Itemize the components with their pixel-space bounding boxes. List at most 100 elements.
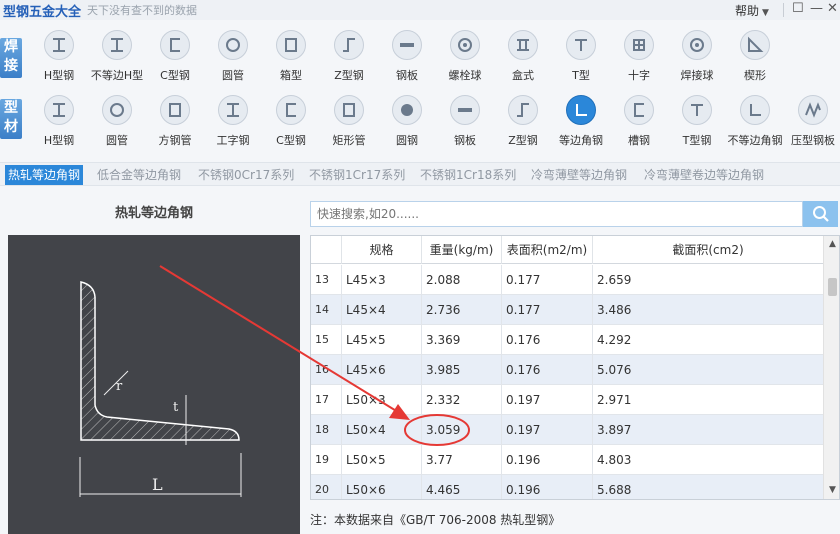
table-header: 规格 重量(kg/m) 表面积(m2/m) 截面积(cm2) <box>311 236 823 264</box>
cell-weight: 3.059 <box>421 415 501 445</box>
welded-row-label: 焊 接 <box>0 38 22 78</box>
category-welded-8[interactable]: 盒式 <box>494 22 552 82</box>
table-row[interactable]: 20 L50×6 4.465 0.196 5.688 <box>311 475 823 499</box>
table-row[interactable]: 14 L45×4 2.736 0.177 3.486 <box>311 295 823 325</box>
category-welded-7[interactable]: 螺栓球 <box>436 22 494 82</box>
search-icon <box>812 206 829 222</box>
bolt-ball-icon <box>450 30 480 60</box>
category-profile-4[interactable]: C型钢 <box>262 87 320 147</box>
category-profile-0[interactable]: H型钢 <box>30 87 88 147</box>
cell-section-area: 5.076 <box>592 355 823 385</box>
category-profile-2[interactable]: 方钢管 <box>146 87 204 147</box>
cell-spec: L45×6 <box>341 355 421 385</box>
table-row[interactable]: 18 L50×4 3.059 0.197 3.897 <box>311 415 823 445</box>
category-profile-6[interactable]: 圆钢 <box>378 87 436 147</box>
rect-tube-icon <box>334 95 364 125</box>
scrollbar-thumb[interactable] <box>828 278 837 296</box>
profile-label-bottom: 材 <box>4 119 18 135</box>
close-icon[interactable]: ✕ <box>827 1 838 16</box>
cell-section-area: 3.897 <box>592 415 823 445</box>
search-button[interactable] <box>803 201 838 227</box>
cell-index: 19 <box>315 453 329 466</box>
scroll-up-icon[interactable]: ▲ <box>824 236 839 253</box>
subtab-low-alloy-equal-angle[interactable]: 低合金等边角钢 <box>94 165 184 185</box>
header-surface-area[interactable]: 表面积(m2/m) <box>501 236 592 264</box>
cell-surface-area: 0.196 <box>501 445 592 475</box>
round-tube-icon <box>218 30 248 60</box>
t-section-icon <box>566 30 596 60</box>
category-profile-7[interactable]: 钢板 <box>436 87 494 147</box>
cell-index: 20 <box>315 483 329 496</box>
category-welded-5[interactable]: Z型钢 <box>320 22 378 82</box>
unequal-h-beam-icon <box>102 30 132 60</box>
help-menu[interactable]: 帮助 ▼ <box>735 2 769 19</box>
titlebar-divider <box>783 3 784 17</box>
angle-profile-shape <box>80 281 240 441</box>
cell-section-area: 2.971 <box>592 385 823 415</box>
category-welded-6[interactable]: 钢板 <box>378 22 436 82</box>
table-row[interactable]: 13 L45×3 2.088 0.177 2.659 <box>311 265 823 295</box>
steel-plate-icon <box>392 30 422 60</box>
category-profile-1[interactable]: 圆管 <box>88 87 146 147</box>
category-welded-2[interactable]: C型钢 <box>146 22 204 82</box>
cell-surface-area: 0.176 <box>501 325 592 355</box>
category-profile-12[interactable]: 不等边角钢 <box>726 87 784 147</box>
category-welded-10[interactable]: 十字 <box>610 22 668 82</box>
welded-label-bottom: 接 <box>4 58 18 74</box>
category-welded-11[interactable]: 焊接球 <box>668 22 726 82</box>
category-welded-0[interactable]: H型钢 <box>30 22 88 82</box>
category-profile-5[interactable]: 矩形管 <box>320 87 378 147</box>
cell-surface-area: 0.197 <box>501 415 592 445</box>
category-label: 楔形 <box>744 69 766 82</box>
header-spec[interactable]: 规格 <box>341 236 421 264</box>
round-tube-icon <box>102 95 132 125</box>
category-welded-4[interactable]: 箱型 <box>262 22 320 82</box>
data-source-note: 注：本数据来自《GB/T 706-2008 热轧型钢》 <box>310 513 561 527</box>
cell-section-area: 4.803 <box>592 445 823 475</box>
box-section-icon <box>276 30 306 60</box>
cell-index: 17 <box>315 393 329 406</box>
subtab-hot-rolled-equal-angle[interactable]: 热轧等边角钢 <box>5 165 84 185</box>
table-row[interactable]: 16 L45×6 3.985 0.176 5.076 <box>311 355 823 385</box>
pin-icon[interactable]: ☐ <box>792 1 804 16</box>
cell-surface-area: 0.197 <box>501 385 592 415</box>
table-row[interactable]: 15 L45×5 3.369 0.176 4.292 <box>311 325 823 355</box>
category-profile-10[interactable]: 槽钢 <box>610 87 668 147</box>
box-type-icon <box>508 30 538 60</box>
cross-section-icon <box>624 30 654 60</box>
cell-index: 16 <box>315 363 329 376</box>
subtab-cold-formed-equal-angle[interactable]: 冷弯薄壁等边角钢 <box>528 165 630 185</box>
steel-plate-icon <box>450 95 480 125</box>
category-welded-12[interactable]: 楔形 <box>726 22 784 82</box>
subtab-stainless-1cr17[interactable]: 不锈钢1Cr17系列 <box>306 165 408 185</box>
header-section-area[interactable]: 截面积(cm2) <box>592 236 823 264</box>
diagram-t-label: t <box>173 400 179 415</box>
angle-drawing: r t L <box>79 281 242 497</box>
category-profile-11[interactable]: T型钢 <box>668 87 726 147</box>
table-scrollbar[interactable]: ▲ ▼ <box>823 236 839 499</box>
subtab-stainless-1cr18[interactable]: 不锈钢1Cr18系列 <box>417 165 519 185</box>
minimize-icon[interactable]: — <box>810 1 823 16</box>
scroll-down-icon[interactable]: ▼ <box>824 482 839 499</box>
subtab-stainless-0cr17[interactable]: 不锈钢0Cr17系列 <box>195 165 297 185</box>
cell-spec: L50×4 <box>341 415 421 445</box>
subtab-cold-formed-lipped-angle[interactable]: 冷弯薄壁卷边等边角钢 <box>641 165 767 185</box>
cell-spec: L50×3 <box>341 385 421 415</box>
table-row[interactable]: 17 L50×3 2.332 0.197 2.971 <box>311 385 823 415</box>
header-index <box>311 236 341 264</box>
header-weight[interactable]: 重量(kg/m) <box>421 236 501 264</box>
cell-index: 15 <box>315 333 329 346</box>
category-profile-13[interactable]: 压型钢板 <box>784 87 840 147</box>
category-welded-9[interactable]: T型 <box>552 22 610 82</box>
category-welded-1[interactable]: 不等边H型 <box>88 22 146 82</box>
welded-label-top: 焊 <box>4 39 18 55</box>
category-profile-8[interactable]: Z型钢 <box>494 87 552 147</box>
cell-surface-area: 0.176 <box>501 355 592 385</box>
search-input[interactable] <box>310 201 803 227</box>
chevron-down-icon: ▼ <box>762 8 769 18</box>
category-profile-3[interactable]: 工字钢 <box>204 87 262 147</box>
cell-index: 13 <box>315 273 329 286</box>
table-row[interactable]: 19 L50×5 3.77 0.196 4.803 <box>311 445 823 475</box>
category-profile-9[interactable]: 等边角钢 <box>552 87 610 147</box>
category-welded-3[interactable]: 圆管 <box>204 22 262 82</box>
